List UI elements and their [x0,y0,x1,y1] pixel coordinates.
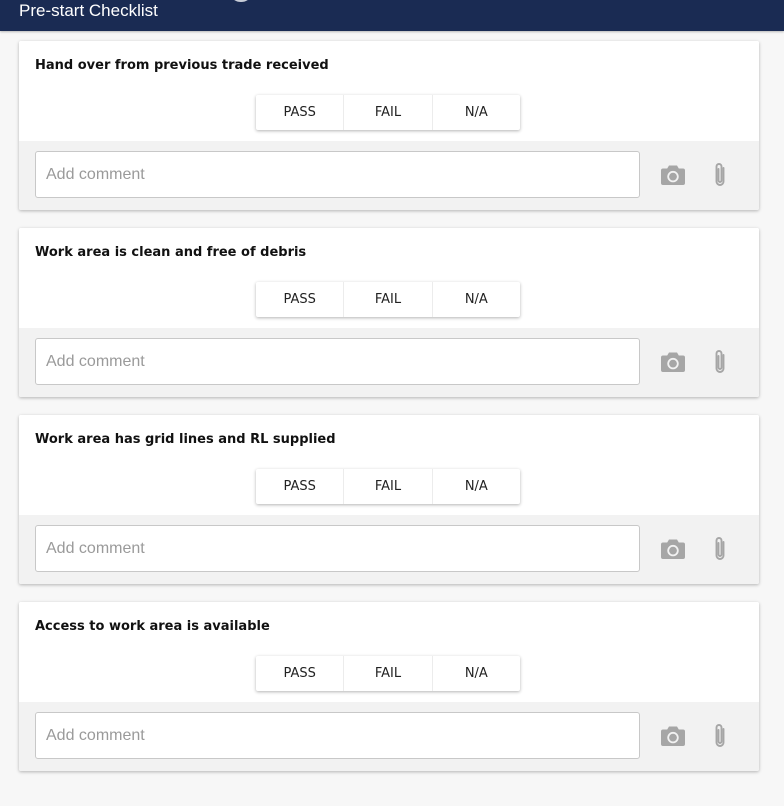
camera-icon[interactable] [660,536,686,562]
app-header: Pre-start Checklist [0,0,784,31]
answer-button-group: PASS FAIL N/A [256,95,520,130]
page-title: Pre-start Checklist [19,1,158,20]
comment-input[interactable] [35,525,640,572]
paperclip-icon[interactable] [707,349,733,375]
pass-button[interactable]: PASS [256,656,343,691]
checklist-item-footer [19,328,759,397]
camera-icon[interactable] [660,723,686,749]
checklist-item-footer [19,515,759,584]
checklist-item-header: Work area is clean and free of debris PA… [19,228,759,328]
checklist-item: Access to work area is available PASS FA… [19,602,759,771]
checklist-item-header: Work area has grid lines and RL supplied… [19,415,759,515]
comment-input[interactable] [35,338,640,385]
checklist-question: Access to work area is available [35,619,270,634]
fail-button[interactable]: FAIL [343,656,431,691]
answer-button-group: PASS FAIL N/A [256,282,520,317]
pass-button[interactable]: PASS [256,469,343,504]
paperclip-icon[interactable] [707,723,733,749]
fail-button[interactable]: FAIL [343,282,431,317]
checklist-item-footer [19,702,759,771]
checklist-item: Work area is clean and free of debris PA… [19,228,759,397]
camera-icon[interactable] [660,349,686,375]
camera-icon[interactable] [660,162,686,188]
paperclip-icon[interactable] [707,162,733,188]
na-button[interactable]: N/A [431,469,520,504]
paperclip-icon[interactable] [707,536,733,562]
na-button[interactable]: N/A [431,282,520,317]
comment-input[interactable] [35,712,640,759]
comment-input[interactable] [35,151,640,198]
pass-button[interactable]: PASS [256,282,343,317]
fail-button[interactable]: FAIL [343,95,431,130]
checklist-item-header: Hand over from previous trade received P… [19,41,759,141]
answer-button-group: PASS FAIL N/A [256,656,520,691]
header-logo-fragment [232,0,250,2]
fail-button[interactable]: FAIL [343,469,431,504]
checklist: Hand over from previous trade received P… [19,41,759,789]
na-button[interactable]: N/A [431,656,520,691]
pass-button[interactable]: PASS [256,95,343,130]
checklist-question: Work area has grid lines and RL supplied [35,432,336,447]
checklist-item-header: Access to work area is available PASS FA… [19,602,759,702]
checklist-item: Work area has grid lines and RL supplied… [19,415,759,584]
checklist-item-footer [19,141,759,210]
checklist-question: Hand over from previous trade received [35,58,329,73]
na-button[interactable]: N/A [431,95,520,130]
answer-button-group: PASS FAIL N/A [256,469,520,504]
checklist-question: Work area is clean and free of debris [35,245,307,260]
checklist-item: Hand over from previous trade received P… [19,41,759,210]
